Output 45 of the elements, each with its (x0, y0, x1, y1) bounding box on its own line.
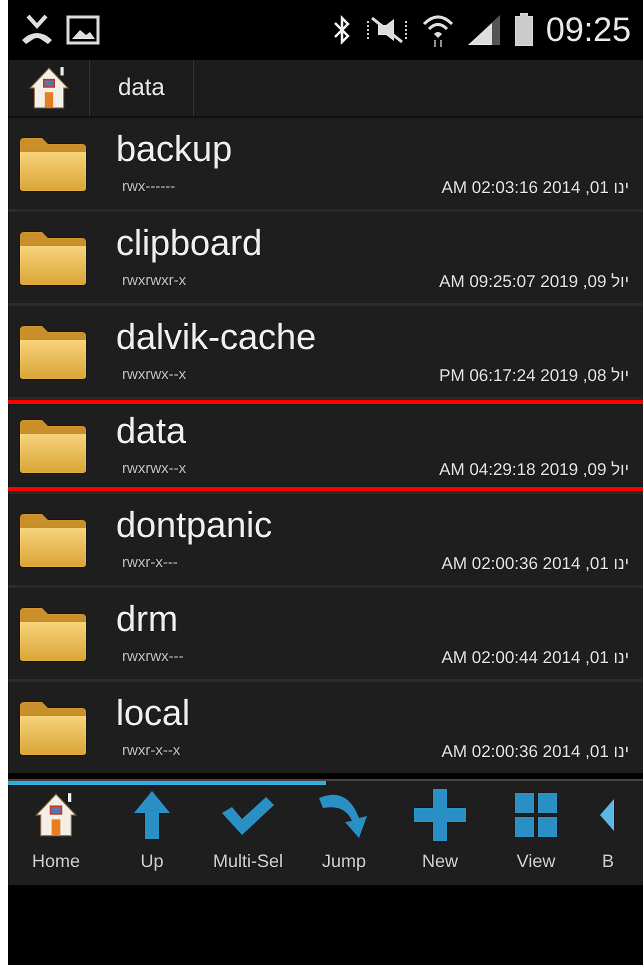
toolbar-button[interactable]: B (584, 785, 614, 885)
modified-date: AM 02:00:36 2014 ,01 ינו (442, 552, 629, 575)
modified-date: AM 02:00:36 2014 ,01 ינו (442, 740, 629, 763)
image-icon (66, 15, 100, 45)
permissions-text: rwxrwxr-x (122, 271, 186, 292)
permissions-text: rwxr-x--x (122, 741, 180, 762)
modified-date: AM 02:00:44 2014 ,01 ינו (442, 646, 629, 669)
folder-name: drm (116, 596, 179, 641)
toolbar-button[interactable]: Multi-Sel (200, 785, 296, 885)
folder-icon (18, 606, 88, 662)
folder-icon (18, 136, 88, 192)
folder-icon (18, 700, 88, 756)
folder-icon (18, 512, 88, 568)
folder-name: clipboard (116, 220, 264, 265)
toolbar-button[interactable]: View (488, 785, 584, 885)
folder-icon (18, 418, 88, 474)
permissions-text: rwxrwx--x (122, 365, 186, 386)
bluetooth-icon (332, 15, 352, 45)
permissions-text: rwxrwx--- (122, 647, 184, 668)
folder-name: dalvik-cache (116, 314, 318, 359)
permissions-text: rwx------ (122, 177, 176, 198)
up-arrow-icon (132, 788, 172, 840)
folder-icon (18, 324, 88, 380)
breadcrumb-item[interactable]: data (90, 60, 194, 116)
signal-icon (466, 13, 502, 47)
permissions-text: rwxr-x--- (122, 553, 178, 574)
toolbar-button[interactable]: Up (104, 785, 200, 885)
permissions-text: rwxrwx--x (122, 459, 186, 480)
toolbar-button[interactable]: Home (8, 785, 104, 885)
modified-date: AM 02:03:16 2014 ,01 ינו (442, 176, 629, 199)
folder-name: backup (116, 126, 234, 171)
plus-icon (412, 786, 468, 842)
grid-icon (515, 792, 557, 836)
folder-name: local (116, 690, 192, 735)
modified-date: PM 06:17:24 2019 ,08 יול (439, 364, 629, 387)
toolbar-button[interactable]: New (392, 785, 488, 885)
folder-name: dontpanic (116, 502, 274, 547)
toolbar-button[interactable]: Jump (296, 785, 392, 885)
missed-call-icon (20, 14, 54, 46)
folder-name: data (116, 408, 188, 453)
battery-icon (514, 13, 534, 47)
modified-date: AM 04:29:18 2019 ,09 יול (439, 458, 629, 481)
modified-date: AM 09:25:07 2019 ,09 יול (439, 270, 629, 293)
clock-time: 09:25 (546, 10, 631, 50)
folder-icon (18, 230, 88, 286)
